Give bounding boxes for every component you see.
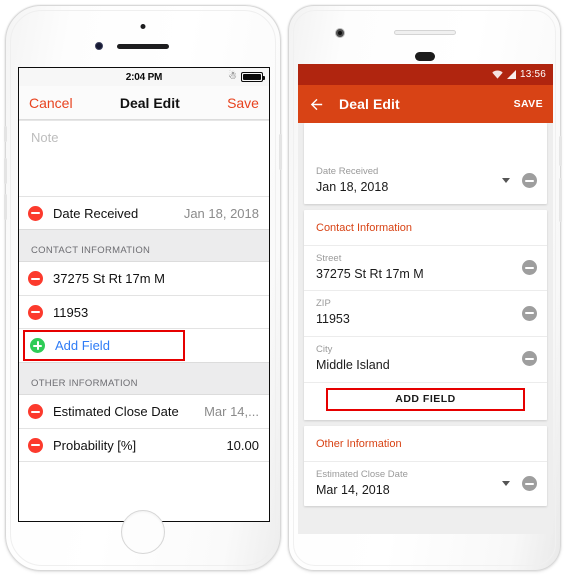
- section-header-other-information: OTHER INFORMATION: [19, 362, 269, 395]
- minus-circle-icon[interactable]: [28, 271, 43, 286]
- save-button[interactable]: SAVE: [514, 98, 543, 110]
- iphone-screen: 2:04 PM ☃ Cancel Deal Edit Save Note Dat…: [18, 67, 270, 522]
- page-title: Deal Edit: [119, 94, 180, 111]
- list-item-zip[interactable]: 11953: [19, 295, 269, 328]
- ios-status-time: 2:04 PM: [125, 71, 163, 83]
- earpiece-speaker: [393, 30, 456, 35]
- note-input[interactable]: Note: [19, 120, 269, 196]
- page-title: Deal Edit: [339, 96, 400, 112]
- plus-circle-icon[interactable]: [30, 338, 45, 353]
- cancel-button[interactable]: Cancel: [29, 95, 73, 111]
- list-item-street[interactable]: 37275 St Rt 17m M: [19, 262, 269, 295]
- proximity-sensor-icon: [414, 52, 435, 61]
- android-status-time: 13:56: [519, 69, 546, 80]
- list-bottom-divider: [19, 461, 269, 494]
- card-general-blank-area: [304, 123, 547, 159]
- field-label: Estimated Close Date: [316, 468, 408, 480]
- list-item-date-received[interactable]: Date Received Jan 18, 2018: [19, 196, 269, 229]
- minus-circle-icon[interactable]: [28, 304, 43, 320]
- ios-form-list: Note Date Received Jan 18, 2018 CONTACT …: [19, 120, 269, 521]
- arrow-back-icon[interactable]: [308, 96, 325, 113]
- field-zip[interactable]: ZIP 11953: [304, 291, 547, 338]
- field-texts: Date Received Jan 18, 2018: [316, 166, 502, 196]
- iphone-volume-up-button[interactable]: [4, 158, 7, 184]
- wifi-icon: [492, 70, 503, 79]
- iphone-power-button[interactable]: [279, 134, 282, 170]
- field-texts: City Middle Island: [316, 344, 522, 374]
- field-value: 11953: [316, 312, 350, 327]
- iphone-volume-down-button[interactable]: [4, 194, 7, 220]
- android-app-bar: Deal Edit SAVE: [298, 85, 553, 123]
- ios-navigation-bar: Cancel Deal Edit Save: [19, 86, 269, 120]
- minus-circle-icon[interactable]: [522, 476, 537, 492]
- save-button[interactable]: Save: [227, 95, 259, 111]
- field-date-received[interactable]: Date Received Jan 18, 2018: [304, 159, 547, 204]
- android-volume-button[interactable]: [559, 178, 562, 222]
- list-item-value: 10.00: [226, 437, 259, 453]
- card-title: Contact Information: [304, 210, 547, 246]
- android-device: 13:56 Deal Edit SAVE Date Received Jan 1…: [288, 5, 562, 571]
- battery-full-icon: [241, 72, 265, 82]
- front-camera-icon: [335, 28, 345, 38]
- list-item-value: Mar 14,...: [204, 404, 259, 419]
- iphone-device: 2:04 PM ☃ Cancel Deal Edit Save Note Dat…: [4, 5, 282, 571]
- field-value: Mar 14, 2018: [316, 482, 390, 497]
- field-label: ZIP: [316, 298, 331, 310]
- add-field-wrapper: ADD FIELD: [304, 382, 547, 420]
- minus-circle-icon[interactable]: [28, 437, 43, 453]
- field-label: Street: [316, 252, 342, 264]
- add-field-button[interactable]: ADD FIELD: [326, 387, 525, 411]
- minus-circle-icon[interactable]: [522, 173, 537, 189]
- field-texts: Estimated Close Date Mar 14, 2018: [316, 469, 502, 499]
- chevron-down-icon[interactable]: [502, 481, 510, 487]
- add-field-row-wrapper: Add Field: [19, 328, 269, 362]
- minus-circle-icon[interactable]: [522, 305, 537, 321]
- field-texts: Street 37275 St Rt 17m M: [316, 253, 522, 283]
- home-button[interactable]: [121, 510, 165, 554]
- list-item-label: Probability [%]: [53, 437, 137, 453]
- minus-circle-icon[interactable]: [522, 260, 537, 276]
- field-estimated-close-date[interactable]: Estimated Close Date Mar 14, 2018: [304, 462, 547, 507]
- add-field-button[interactable]: Add Field: [23, 330, 185, 361]
- ios-status-indicators: ☃: [228, 68, 265, 86]
- list-item-label: 37275 St Rt 17m M: [53, 271, 165, 286]
- field-label: Date Received: [316, 166, 379, 177]
- list-item-label: Estimated Close Date: [53, 404, 179, 419]
- ios-status-bar: 2:04 PM ☃: [19, 68, 269, 86]
- card-other-information: Other Information Estimated Close Date M…: [304, 425, 547, 507]
- android-screen: 13:56 Deal Edit SAVE Date Received Jan 1…: [298, 64, 553, 534]
- list-item-value: Jan 18, 2018: [183, 205, 259, 221]
- field-value: 37275 St Rt 17m M: [316, 266, 424, 281]
- minus-circle-icon[interactable]: [522, 351, 537, 367]
- field-street[interactable]: Street 37275 St Rt 17m M: [304, 246, 547, 292]
- list-item-label: 11953: [53, 304, 89, 320]
- card-title: Other Information: [304, 426, 547, 462]
- bluetooth-icon: ☃: [228, 71, 237, 82]
- front-camera-icon: [140, 24, 146, 29]
- iphone-silent-switch[interactable]: [4, 126, 7, 142]
- list-item-label: Date Received: [53, 205, 139, 221]
- android-form-scroll[interactable]: Date Received Jan 18, 2018 Contact Infor…: [298, 123, 553, 534]
- android-power-button[interactable]: [559, 136, 562, 166]
- section-header-contact-information: CONTACT INFORMATION: [19, 229, 269, 262]
- list-item-probability[interactable]: Probability [%] 10.00: [19, 428, 269, 461]
- screenshot-stage: 2:04 PM ☃ Cancel Deal Edit Save Note Dat…: [0, 0, 566, 578]
- earpiece-speaker: [117, 44, 169, 49]
- field-label: City: [316, 344, 333, 356]
- signal-icon: [506, 70, 516, 79]
- add-field-label: Add Field: [55, 338, 110, 353]
- field-city[interactable]: City Middle Island: [304, 337, 547, 383]
- proximity-sensor-icon: [95, 42, 103, 50]
- minus-circle-icon[interactable]: [28, 205, 43, 221]
- card-contact-information: Contact Information Street 37275 St Rt 1…: [304, 209, 547, 420]
- field-value: Middle Island: [316, 357, 390, 372]
- field-texts: ZIP 11953: [316, 298, 522, 328]
- field-value: Jan 18, 2018: [316, 179, 389, 194]
- chevron-down-icon[interactable]: [502, 178, 510, 184]
- android-status-bar: 13:56: [298, 64, 553, 85]
- card-general: Date Received Jan 18, 2018: [304, 123, 547, 204]
- minus-circle-icon[interactable]: [28, 404, 43, 419]
- list-item-estimated-close-date[interactable]: Estimated Close Date Mar 14,...: [19, 395, 269, 428]
